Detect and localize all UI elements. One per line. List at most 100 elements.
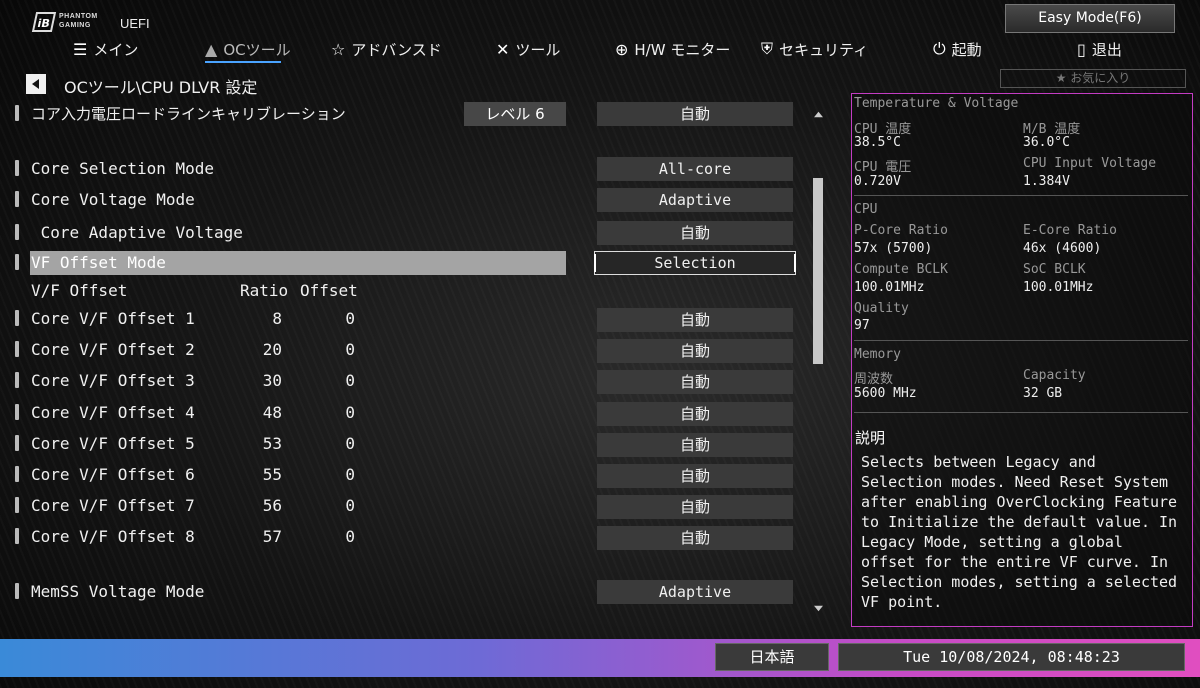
setting-row-memss-voltage-mode[interactable]: MemSS Voltage Mode Adaptive <box>0 580 800 604</box>
tools-icon: ✕ <box>496 39 510 59</box>
hardware-monitor-panel: Temperature & Voltage CPU 温度 38.5°C M/B … <box>851 93 1193 627</box>
vf-offset-value[interactable]: 自動 <box>597 308 793 332</box>
vf-offset-value[interactable]: 自動 <box>597 339 793 363</box>
tab-oc-tweaker[interactable]: ▲ OCツール <box>205 34 291 64</box>
setting-label: VF Offset Mode <box>31 253 166 272</box>
frequency-value: 5600 MHz <box>854 386 917 401</box>
vf-offset-row[interactable]: Core V/F Offset 1 8 0 自動 <box>0 307 800 332</box>
ratio-value: 8 <box>272 309 282 328</box>
tab-main[interactable]: ☰ メイン <box>73 34 138 64</box>
vf-offset-row[interactable]: Core V/F Offset 2 20 0 自動 <box>0 338 800 363</box>
pcore-ratio-label: P-Core Ratio <box>854 223 948 238</box>
cpu-input-voltage-label: CPU Input Voltage <box>1023 156 1157 171</box>
vf-offset-row[interactable]: Core V/F Offset 7 56 0 自動 <box>0 494 800 519</box>
vf-offset-row[interactable]: Core V/F Offset 4 48 0 自動 <box>0 401 800 426</box>
memss-voltage-mode-value[interactable]: Adaptive <box>597 580 793 604</box>
ratio-value: 55 <box>262 465 282 484</box>
language-button[interactable]: 日本語 <box>715 643 829 671</box>
core-voltage-mode-value[interactable]: Adaptive <box>597 188 793 212</box>
frequency-label: 周波数 <box>854 372 894 387</box>
section-cpu: CPU <box>854 202 878 217</box>
tab-tools[interactable]: ✕ ツール <box>496 34 560 64</box>
vf-offset-value[interactable]: 自動 <box>597 464 793 488</box>
capacity-label: Capacity <box>1023 368 1086 383</box>
tab-advanced[interactable]: ☆ アドバンスド <box>331 34 442 64</box>
setting-row-llc[interactable]: コア入力電圧ロードラインキャリブレーション レベル 6 自動 <box>0 102 800 126</box>
cpu-input-voltage-value: 1.384V <box>1023 174 1070 189</box>
vf-offset-value[interactable]: 自動 <box>597 370 793 394</box>
tab-oc-label: OCツール <box>223 40 291 59</box>
rocket-icon: ▲ <box>205 39 218 59</box>
divider <box>854 195 1188 196</box>
vf-offset-value[interactable]: 自動 <box>597 433 793 457</box>
vf-offset-row[interactable]: Core V/F Offset 5 53 0 自動 <box>0 432 800 457</box>
row-marker <box>15 254 19 270</box>
setting-label: Core V/F Offset 4 <box>31 403 195 422</box>
ratio-value: 30 <box>262 371 282 390</box>
vf-table-header: V/F Offset Ratio Offset <box>0 279 800 303</box>
scrollbar[interactable] <box>812 106 825 614</box>
setting-row-core-voltage-mode[interactable]: Core Voltage Mode Adaptive <box>0 188 800 212</box>
tab-boot[interactable]: ⏻ 起動 <box>933 34 982 64</box>
vf-offset-row[interactable]: Core V/F Offset 3 30 0 自動 <box>0 369 800 394</box>
vf-offset-value[interactable]: 自動 <box>597 402 793 426</box>
tab-hw-label: H/W モニター <box>634 40 731 59</box>
row-marker <box>15 466 19 482</box>
pcore-ratio-value: 57x (5700) <box>854 241 933 256</box>
vf-offset-mode-value[interactable]: Selection <box>594 251 796 275</box>
tab-security[interactable]: ⛨ セキュリティ <box>761 34 868 64</box>
row-marker <box>15 583 19 599</box>
row-marker <box>15 341 19 357</box>
favorites-button[interactable]: ★ お気に入り <box>1000 69 1186 88</box>
setting-label: MemSS Voltage Mode <box>31 582 205 601</box>
vf-offset-value[interactable]: 自動 <box>597 495 793 519</box>
back-arrow-icon[interactable] <box>26 74 46 94</box>
setting-label: Core V/F Offset 5 <box>31 434 195 453</box>
offset-value: 0 <box>345 403 355 422</box>
setting-label: Core Voltage Mode <box>31 190 195 209</box>
setting-label: Core V/F Offset 1 <box>31 309 195 328</box>
offset-value: 0 <box>345 496 355 515</box>
setting-label: Core V/F Offset 7 <box>31 496 195 515</box>
tab-advanced-label: アドバンスド <box>351 40 442 59</box>
offset-value: 0 <box>345 434 355 453</box>
compute-bclk-value: 100.01MHz <box>854 280 925 295</box>
list-icon: ☰ <box>73 39 88 59</box>
scroll-down-arrow-icon[interactable] <box>814 605 823 612</box>
vf-header-label: V/F Offset <box>31 281 128 300</box>
setting-row-core-selection[interactable]: Core Selection Mode All-core <box>0 157 800 181</box>
crosshair-icon: ⊕ <box>615 39 629 59</box>
vf-offset-value[interactable]: 自動 <box>597 526 793 550</box>
setting-label: Core Adaptive Voltage <box>31 223 243 242</box>
datetime-display: Tue 10/08/2024, 08:48:23 <box>838 643 1185 671</box>
tab-boot-label: 起動 <box>951 40 982 59</box>
easy-mode-button[interactable]: Easy Mode(F6) <box>1005 4 1175 33</box>
quality-label: Quality <box>854 301 909 316</box>
core-adaptive-voltage-value[interactable]: 自動 <box>597 221 793 245</box>
scroll-up-arrow-icon[interactable] <box>814 111 823 118</box>
setting-row-vf-offset-mode[interactable]: VF Offset Mode Selection <box>0 251 800 275</box>
tab-tools-label: ツール <box>515 40 561 59</box>
tab-hw-monitor[interactable]: ⊕ H/W モニター <box>615 34 730 64</box>
uefi-label: UEFI <box>120 16 150 31</box>
power-icon: ⏻ <box>933 39 946 58</box>
phantom-gaming-logo: iB PHANTOM GAMING UEFI <box>31 12 150 34</box>
ratio-value: 57 <box>262 527 282 546</box>
scrollbar-thumb[interactable] <box>813 178 823 364</box>
vf-offset-row[interactable]: Core V/F Offset 8 57 0 自動 <box>0 525 800 550</box>
setting-label: Core V/F Offset 6 <box>31 465 195 484</box>
description-title: 説明 <box>855 429 886 447</box>
vf-offset-row[interactable]: Core V/F Offset 6 55 0 自動 <box>0 463 800 488</box>
tab-exit[interactable]: ▯ 退出 <box>1077 34 1122 64</box>
section-temperature-voltage: Temperature & Voltage <box>854 96 1019 111</box>
core-selection-value[interactable]: All-core <box>597 157 793 181</box>
mb-temp-value: 36.0°C <box>1023 135 1070 150</box>
ratio-header: Ratio <box>240 281 289 300</box>
ratio-value: 56 <box>262 496 282 515</box>
llc-value[interactable]: 自動 <box>597 102 793 126</box>
setting-row-core-adaptive-voltage[interactable]: Core Adaptive Voltage 自動 <box>0 221 800 245</box>
star-icon: ☆ <box>331 39 346 59</box>
row-marker <box>15 372 19 388</box>
divider <box>854 340 1188 341</box>
brand-line2: GAMING <box>59 22 91 29</box>
